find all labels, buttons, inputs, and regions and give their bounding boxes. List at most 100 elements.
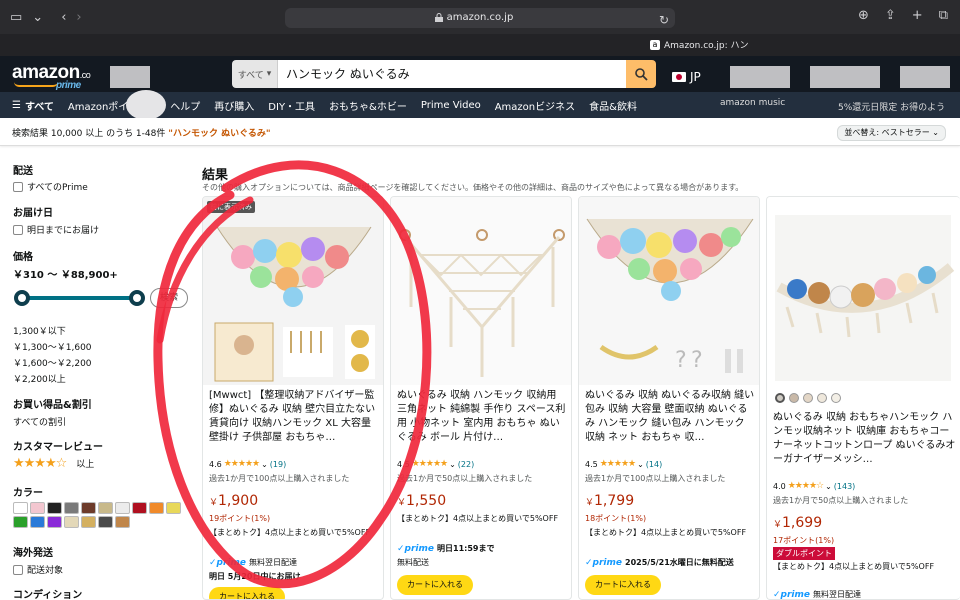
color-swatch[interactable]	[47, 502, 62, 514]
download-icon[interactable]: ⊕	[858, 8, 869, 23]
nav-item-buy-again[interactable]: 再び購入	[214, 98, 254, 113]
bulk-deal[interactable]: 【まとめトク】4点以上まとめ買いで5%OFF	[585, 527, 759, 539]
product-image[interactable]: ??	[579, 197, 759, 385]
product-points: 17ポイント(1%)	[773, 536, 835, 545]
product-title[interactable]: ぬいぐるみ 収納 ハンモック 収納用 三角ネット 純綿製 手作り スペース利用 …	[397, 389, 569, 445]
sidebar-icon[interactable]: ▭	[10, 10, 22, 25]
search-category-select[interactable]: すべて ▾	[232, 60, 278, 88]
tabs-overview-icon[interactable]: ⧉	[939, 8, 948, 23]
price-option[interactable]: ￥1,300〜￥1,600	[13, 340, 92, 353]
product-rating[interactable]: 4.0 ★★★★☆ ⌄ (143)	[773, 481, 855, 491]
product-rating[interactable]: 4.6 ★★★★★ ⌄ (19)	[209, 459, 286, 469]
price-option[interactable]: ￥2,200以上	[13, 372, 66, 385]
product-title[interactable]: ぬいぐるみ 収納 ぬいぐるみ収納 縫い包み 収納 大容量 壁面収納 ぬいぐるみ …	[585, 389, 757, 445]
delivery-date: 明日 5月20日中にお届け	[209, 572, 301, 581]
add-to-cart-button[interactable]: カートに入れる	[585, 575, 661, 595]
promo-text[interactable]: 5%還元日限定 お得のよう	[838, 100, 945, 113]
forward-icon[interactable]: ›	[76, 10, 81, 25]
nav-item-food[interactable]: 食品&飲料	[589, 98, 637, 113]
search-button[interactable]	[626, 60, 656, 88]
product-card[interactable]: ぬいぐるみ 収納 おもちゃハンモック ハンモッ収納ネット 収納庫 おもちゃコーナ…	[766, 196, 960, 600]
filter-prime[interactable]: すべてのPrime	[13, 180, 88, 193]
color-option[interactable]	[803, 393, 813, 403]
product-card[interactable]: ぬいぐるみ 収納 ハンモック 収納用 三角ネット 純綿製 手作り スペース利用 …	[390, 196, 572, 600]
results-count-text: 検索結果 10,000 以上 のうち 1-48件	[12, 129, 166, 139]
amazon-logo[interactable]: amazon.co prime	[12, 62, 91, 91]
price-slider-max-handle[interactable]	[129, 290, 145, 306]
price-slider-min-handle[interactable]	[14, 290, 30, 306]
color-swatch[interactable]	[132, 502, 147, 514]
search-bar: すべて ▾ ハンモック ぬいぐるみ	[232, 60, 656, 88]
filter-all-discount[interactable]: すべての割引	[13, 415, 66, 428]
product-title[interactable]: [Mwwct] 【整理収納アドバイザー監修】ぬいぐるみ 収納 壁穴目立たない 賃…	[209, 389, 381, 445]
color-swatch[interactable]	[30, 516, 45, 528]
color-option[interactable]	[789, 393, 799, 403]
product-price: ￥1,550	[397, 493, 447, 509]
color-swatch[interactable]	[30, 502, 45, 514]
price-option[interactable]: ￥1,600〜￥2,200	[13, 356, 92, 369]
color-swatch[interactable]	[166, 502, 181, 514]
price-search-button[interactable]: 検索	[150, 288, 188, 308]
color-swatch[interactable]	[149, 502, 164, 514]
back-icon[interactable]: ‹	[61, 10, 66, 25]
add-to-cart-button[interactable]: カートに入れる	[397, 575, 473, 595]
review-count[interactable]: (14)	[646, 460, 662, 469]
nav-item-prime-video[interactable]: Prime Video	[421, 100, 481, 111]
star-rating-icon: ★★★★☆	[13, 456, 67, 471]
nav-item-business[interactable]: Amazonビジネス	[495, 98, 575, 113]
price-slider-track[interactable]	[16, 296, 140, 300]
color-swatch[interactable]	[13, 502, 28, 514]
color-swatch[interactable]	[98, 516, 113, 528]
color-swatch[interactable]	[115, 516, 130, 528]
bulk-deal[interactable]: 【まとめトク】4点以上まとめ買いで5%OFF	[209, 527, 383, 539]
nav-item-help[interactable]: ヘルプ	[170, 98, 200, 113]
browser-tab[interactable]: a Amazon.co.jp: ハン	[650, 38, 749, 51]
language-selector[interactable]: JP	[672, 70, 701, 84]
filter-tomorrow[interactable]: 明日までにお届け	[13, 223, 99, 236]
color-swatch[interactable]	[64, 516, 79, 528]
filter-overseas[interactable]: 配送対象	[13, 563, 63, 576]
product-rating[interactable]: 4.5 ★★★★★ ⌄ (14)	[585, 459, 662, 469]
color-option[interactable]	[831, 393, 841, 403]
nav-item-toys[interactable]: おもちゃ&ホビー	[329, 98, 407, 113]
nav-item-points[interactable]: Amazonポイ	[68, 98, 128, 113]
add-to-cart-button[interactable]: カートに入れる	[209, 587, 285, 599]
product-card[interactable]: 前に表示済み [Mwwct] 【整理収納アドバイザー監修】ぬいぐるみ 収納 壁穴…	[202, 196, 384, 600]
chevron-down-icon[interactable]: ⌄	[32, 10, 43, 25]
reload-icon[interactable]: ↻	[659, 10, 669, 30]
checkbox[interactable]	[13, 181, 23, 192]
color-swatch[interactable]	[81, 502, 96, 514]
color-option[interactable]	[775, 393, 785, 403]
review-count[interactable]: (19)	[270, 460, 286, 469]
review-count[interactable]: (143)	[834, 482, 856, 491]
product-image[interactable]: 前に表示済み	[203, 197, 383, 385]
color-swatch[interactable]	[115, 502, 130, 514]
search-input[interactable]: ハンモック ぬいぐるみ	[278, 60, 626, 88]
bulk-deal[interactable]: 【まとめトク】4点以上まとめ買いで5%OFF	[397, 513, 571, 525]
color-swatch[interactable]	[81, 516, 96, 528]
new-tab-icon[interactable]: +	[912, 8, 923, 23]
review-count[interactable]: (22)	[458, 460, 474, 469]
music-promo[interactable]: amazon music	[720, 98, 785, 108]
bulk-deal[interactable]: 【まとめトク】4点以上まとめ買いで5%OFF	[773, 561, 957, 573]
color-swatch[interactable]	[98, 502, 113, 514]
color-swatch[interactable]	[64, 502, 79, 514]
nav-item-diy[interactable]: DIY・工具	[268, 98, 315, 113]
price-option[interactable]: 1,300￥以下	[13, 324, 66, 337]
product-card[interactable]: ?? ぬいぐるみ 収納 ぬいぐるみ収納 縫い包み 収納 大容量 壁面収納 ぬいぐ…	[578, 196, 760, 600]
sort-dropdown[interactable]: 並べ替え: ベストセラー ⌄	[837, 125, 946, 141]
address-bar[interactable]: amazon.co.jp ↻	[285, 8, 675, 28]
color-option[interactable]	[817, 393, 827, 403]
filter-review-4up[interactable]: ★★★★☆ 以上	[13, 456, 94, 471]
checkbox[interactable]	[13, 224, 23, 235]
share-icon[interactable]: ⇪	[885, 8, 896, 23]
product-title[interactable]: ぬいぐるみ 収納 おもちゃハンモック ハンモッ収納ネット 収納庫 おもちゃコーナ…	[773, 411, 957, 467]
product-image[interactable]	[767, 197, 960, 385]
color-swatch[interactable]	[13, 516, 28, 528]
checkbox[interactable]	[13, 564, 23, 575]
color-swatch[interactable]	[47, 516, 62, 528]
product-rating[interactable]: 4.5 ★★★★★ ⌄ (22)	[397, 459, 474, 469]
product-points: 18ポイント(1%)	[585, 514, 647, 523]
all-menu-button[interactable]: ☰ すべて	[12, 98, 54, 113]
product-image[interactable]	[391, 197, 571, 385]
